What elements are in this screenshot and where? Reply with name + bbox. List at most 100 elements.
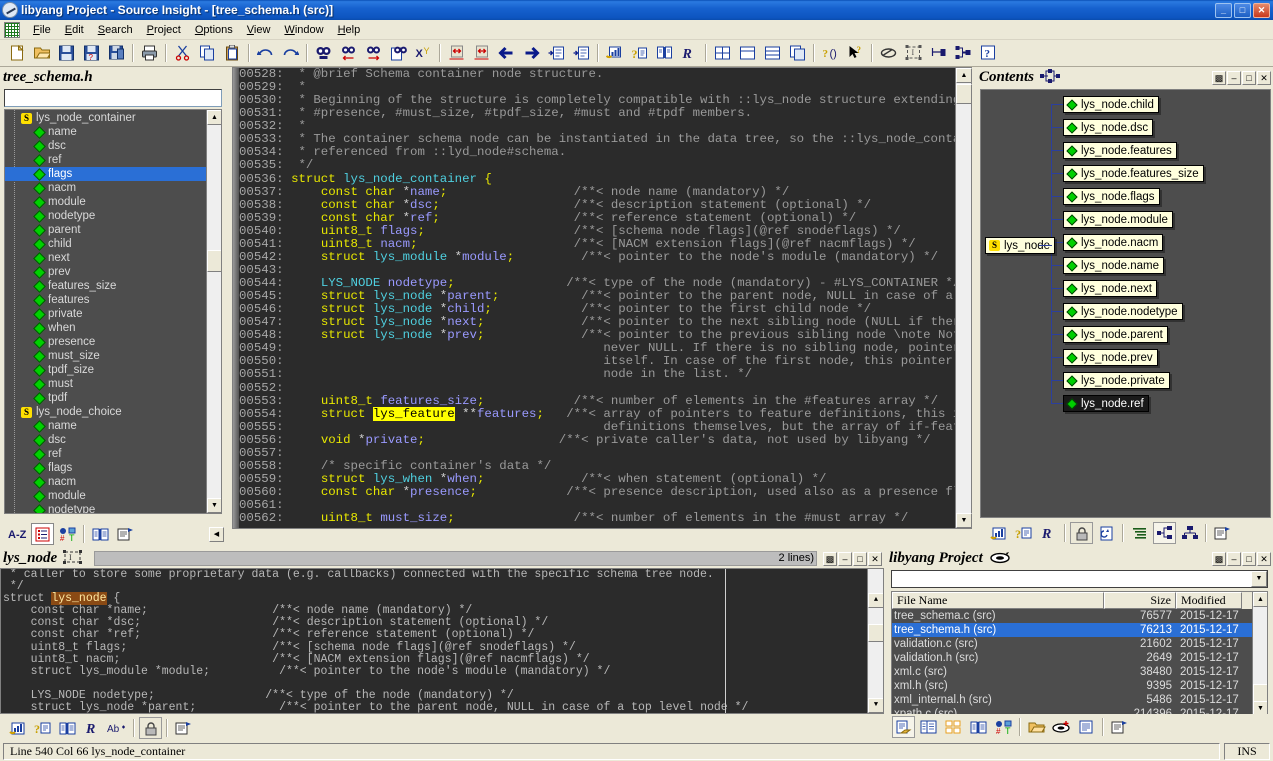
symbol-item-features[interactable]: features	[5, 293, 206, 307]
code-editor-window[interactable]: 00528: * @brief Schema container node st…	[232, 67, 972, 529]
symbol-info-icon[interactable]: ?	[31, 717, 54, 739]
project-file-row[interactable]: xml.c (src) 38480 2015-12-17	[892, 665, 1267, 679]
lock-icon[interactable]	[1070, 522, 1093, 544]
symbol-search-input[interactable]	[4, 89, 222, 107]
open-file-icon[interactable]	[30, 42, 53, 64]
contents-restore-button[interactable]: ▩	[1212, 70, 1226, 85]
contents-node-lys-node-parent[interactable]: lys_node.parent	[1063, 326, 1168, 343]
properties-icon[interactable]	[114, 523, 137, 545]
context-maximize-button[interactable]: □	[853, 551, 867, 566]
project-minimize-button[interactable]: –	[1227, 551, 1241, 566]
symbol-item-presence[interactable]: presence	[5, 335, 206, 349]
close-button[interactable]: ✕	[1253, 2, 1270, 18]
symbol-item-prev[interactable]: prev	[5, 265, 206, 279]
contents-node-lys-node-name[interactable]: lys_node.name	[1063, 257, 1164, 274]
indent-icon[interactable]	[545, 42, 568, 64]
contents-node-lys-node-features-size[interactable]: lys_node.features_size	[1063, 165, 1204, 182]
symbol-list-scrollbar[interactable]: ▲ ▼	[206, 110, 221, 513]
context-minimize-button[interactable]: –	[838, 551, 852, 566]
back-arrow-icon[interactable]	[495, 42, 518, 64]
relation-window-icon[interactable]: I	[902, 42, 925, 64]
contents-node-lys-node-nacm[interactable]: lys_node.nacm	[1063, 234, 1164, 251]
save-all-icon[interactable]	[105, 42, 128, 64]
project-close-button[interactable]: ✕	[1257, 551, 1271, 566]
contents-node-lys-node-next[interactable]: lys_node.next	[1063, 280, 1157, 297]
symbol-type-icon[interactable]: # T	[56, 523, 79, 545]
menu-item-view[interactable]: View	[240, 22, 278, 38]
project-list-scrollbar[interactable]: ▲ ▼	[1252, 592, 1267, 716]
horizontal-split-icon[interactable]	[736, 42, 759, 64]
chevron-down-icon[interactable]: ▼	[1251, 571, 1267, 587]
symbol-item-dsc[interactable]: dsc	[5, 433, 206, 447]
symbol-item-dsc[interactable]: dsc	[5, 139, 206, 153]
project-file-row[interactable]: tree_schema.c (src) 76577 2015-12-17	[892, 609, 1267, 623]
context-scrollbar[interactable]: ▲ ▼	[867, 569, 883, 713]
open-folder-icon[interactable]	[1025, 716, 1048, 738]
project-restore-button[interactable]: ▩	[1212, 551, 1226, 566]
symbol-info-icon[interactable]: ?	[1012, 522, 1035, 544]
contents-node-lys-node-module[interactable]: lys_node.module	[1063, 211, 1173, 228]
menu-item-file[interactable]: File	[26, 22, 58, 38]
maximize-button[interactable]: □	[1234, 2, 1251, 18]
symbol-item-when[interactable]: when	[5, 321, 206, 335]
refresh-icon[interactable]	[1095, 522, 1118, 544]
context-scrollbar-thumb[interactable]	[868, 624, 883, 642]
find-next-icon[interactable]	[362, 42, 385, 64]
file-properties-icon[interactable]: ?	[977, 42, 1000, 64]
contents-minimize-button[interactable]: –	[1227, 70, 1241, 85]
tile-windows-icon[interactable]	[711, 42, 734, 64]
menu-item-edit[interactable]: Edit	[58, 22, 91, 38]
symbol-item-flags[interactable]: flags	[5, 167, 206, 181]
highlight-word-icon[interactable]	[603, 42, 626, 64]
scrollbar-thumb[interactable]	[207, 250, 221, 272]
syntax-formatting-icon[interactable]: ?()	[819, 42, 842, 64]
symbol-item-nacm[interactable]: nacm	[5, 475, 206, 489]
smart-rename-icon[interactable]: R	[1037, 522, 1060, 544]
symbol-item-module[interactable]: module	[5, 489, 206, 503]
lock-icon[interactable]	[139, 717, 162, 739]
project-file-row[interactable]: tree_schema.h (src) 76213 2015-12-17	[892, 623, 1267, 637]
contents-node-lys-node-private[interactable]: lys_node.private	[1063, 372, 1170, 389]
project-list-icon[interactable]	[917, 716, 940, 738]
column-header-size[interactable]: Size	[1104, 592, 1176, 609]
symbol-item-tpdf[interactable]: tpdf	[5, 391, 206, 405]
project-file-row[interactable]: validation.c (src) 21602 2015-12-17	[892, 637, 1267, 651]
properties-icon[interactable]	[1108, 716, 1131, 738]
symbol-type-icon[interactable]: # T	[992, 716, 1015, 738]
symbol-item-child[interactable]: child	[5, 237, 206, 251]
context-window-icon[interactable]	[927, 42, 950, 64]
menu-item-window[interactable]: Window	[277, 22, 330, 38]
contents-maximize-button[interactable]: □	[1242, 70, 1256, 85]
symbol-item-nodetype[interactable]: nodetype	[5, 503, 206, 513]
scroll-left-icon[interactable]: ◀	[209, 526, 224, 542]
symbol-lookup-icon[interactable]	[987, 522, 1010, 544]
symbol-item-nodetype[interactable]: nodetype	[5, 209, 206, 223]
editor-vertical-scrollbar[interactable]: ▲ ▼	[955, 68, 972, 528]
minimize-button[interactable]: _	[1215, 2, 1232, 18]
symbol-item-must[interactable]: must	[5, 377, 206, 391]
save-file-icon[interactable]	[55, 42, 78, 64]
contents-node-lys-node-prev[interactable]: lys_node.prev	[1063, 349, 1158, 366]
symbol-item-name[interactable]: name	[5, 419, 206, 433]
call-tree-icon[interactable]	[1178, 522, 1201, 544]
duplicate-window-icon[interactable]	[786, 42, 809, 64]
find-icon[interactable]	[312, 42, 335, 64]
symbol-item-lys-node-container[interactable]: Slys_node_container	[5, 111, 206, 125]
cut-icon[interactable]	[171, 42, 194, 64]
editor-scrollbar-thumb[interactable]	[956, 84, 972, 104]
column-header-modified[interactable]: Modified	[1176, 592, 1242, 609]
symbol-item-next[interactable]: next	[5, 251, 206, 265]
symbol-item-ref[interactable]: ref	[5, 447, 206, 461]
symbol-item-ref[interactable]: ref	[5, 153, 206, 167]
context-scroll-down-icon[interactable]: ▼	[868, 698, 883, 713]
window-layout-icon[interactable]	[761, 42, 784, 64]
context-scroll-up-icon[interactable]: ▲	[868, 593, 883, 609]
symbol-item-parent[interactable]: parent	[5, 223, 206, 237]
symbol-item-must-size[interactable]: must_size	[5, 349, 206, 363]
project-file-row[interactable]: xml_internal.h (src) 5486 2015-12-17	[892, 693, 1267, 707]
list-view-icon[interactable]	[31, 523, 54, 545]
browse-icon[interactable]	[967, 716, 990, 738]
call-graph-icon[interactable]	[952, 42, 975, 64]
new-file-icon[interactable]	[5, 42, 28, 64]
properties-icon[interactable]	[172, 717, 195, 739]
